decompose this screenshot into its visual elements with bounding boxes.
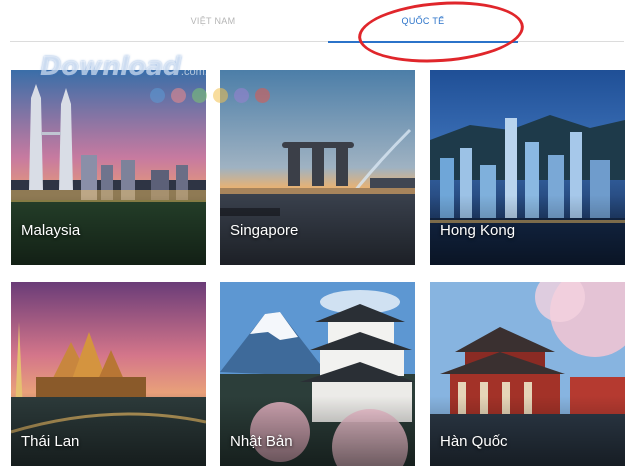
- destination-name: Malaysia: [21, 222, 81, 239]
- destination-name: Singapore: [230, 222, 299, 239]
- destination-card-singapore[interactable]: Singapore: [220, 70, 415, 265]
- destination-name: Thái Lan: [21, 433, 80, 450]
- destination-card-malaysia[interactable]: Malaysia: [11, 70, 206, 265]
- card-shade: [220, 396, 415, 466]
- card-shade: [430, 396, 625, 466]
- destination-card-nhat-ban[interactable]: Nhật Bản: [220, 282, 415, 466]
- destination-card-hong-kong[interactable]: Hong Kong: [430, 70, 625, 265]
- destination-card-thai-lan[interactable]: Thái Lan: [11, 282, 206, 466]
- destination-card-han-quoc[interactable]: Hàn Quốc: [430, 282, 625, 466]
- tab-quoc-te[interactable]: QUỐC TẾ: [328, 0, 518, 43]
- region-tabs: VIỆT NAM QUỐC TẾ: [10, 0, 624, 43]
- card-shade: [11, 396, 206, 466]
- destination-name: Hàn Quốc: [440, 433, 508, 450]
- destination-name: Hong Kong: [440, 222, 516, 239]
- destination-name: Nhật Bản: [230, 433, 293, 450]
- tab-viet-nam[interactable]: VIỆT NAM: [118, 0, 308, 42]
